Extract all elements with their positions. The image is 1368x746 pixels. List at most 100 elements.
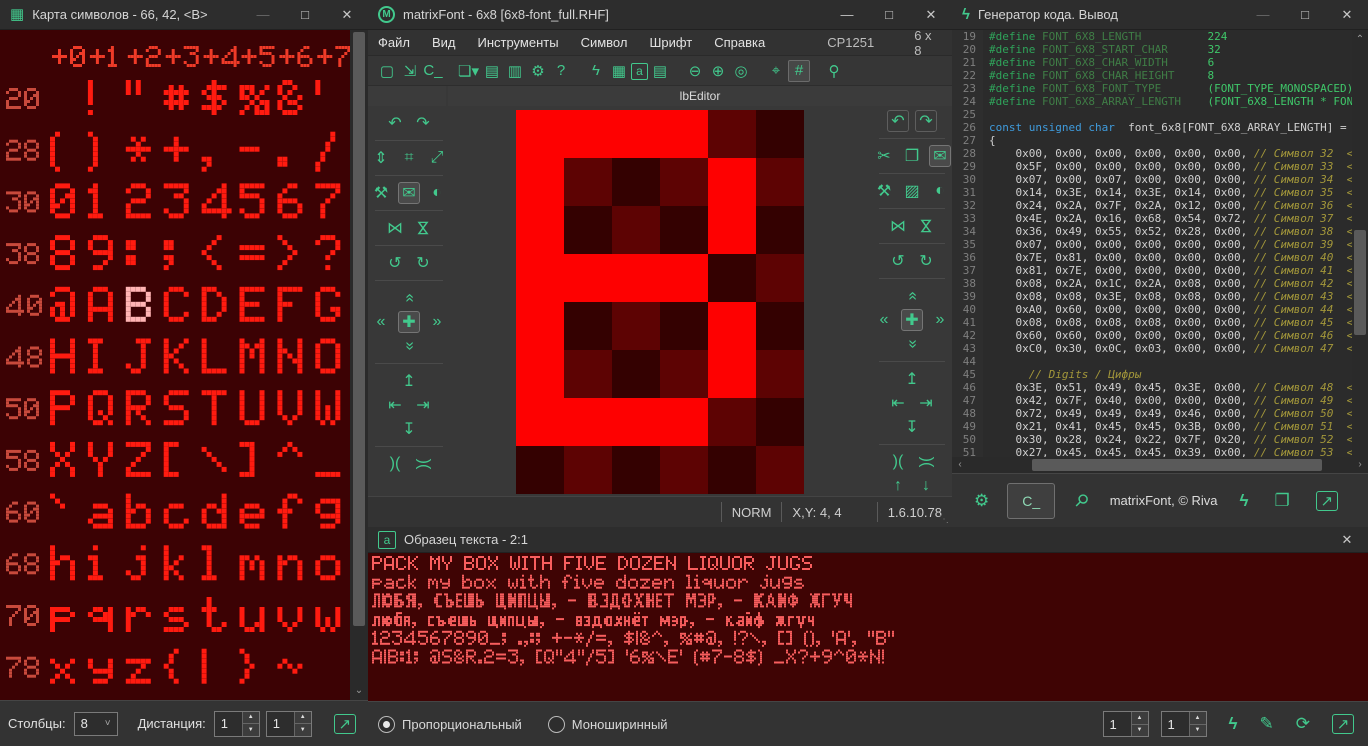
rotate-cw-icon[interactable]: ↻ [412, 252, 434, 274]
snap-left-icon[interactable]: ⇤ [887, 392, 909, 414]
zoom-fit-icon[interactable]: ◎ [730, 60, 752, 82]
step-down-icon[interactable]: ▼ [243, 724, 259, 736]
close-button[interactable]: ✕ [910, 0, 952, 29]
move-icon[interactable]: ✚ [901, 309, 923, 331]
minimize-button[interactable]: — [242, 0, 284, 29]
rotate-ccw-icon[interactable]: ↺ [384, 252, 406, 274]
shift-left-icon[interactable]: « [873, 309, 895, 331]
squeeze-horizontal-icon[interactable]: )( [384, 453, 406, 475]
toggle-sample-icon[interactable]: a [631, 63, 648, 80]
maximize-button[interactable]: □ [1284, 0, 1326, 29]
invert-icon[interactable]: ◐ [929, 180, 951, 202]
lightning-icon[interactable]: ϟ [1240, 491, 1249, 511]
rotate-ccw-icon[interactable]: ↺ [887, 250, 909, 272]
export-icon[interactable]: ↗ [1332, 714, 1354, 734]
close-button[interactable]: ✕ [1326, 0, 1368, 29]
scroll-down-icon[interactable]: ⌄ [350, 685, 368, 696]
undo-icon[interactable]: ↶ [384, 112, 406, 134]
move-icon[interactable]: ✚ [398, 311, 420, 333]
refresh-icon[interactable]: ⟳ [1296, 714, 1310, 734]
invert-icon[interactable]: ◐ [426, 182, 448, 204]
paste-icon[interactable]: ✉ [929, 145, 951, 167]
help-icon[interactable]: ? [550, 60, 572, 82]
rotate-cw-icon[interactable]: ↻ [915, 250, 937, 272]
maximize-button[interactable]: □ [868, 0, 910, 29]
menu-item-0[interactable]: Файл [378, 35, 410, 50]
stamp-icon[interactable]: ⚒ [370, 182, 392, 204]
snap-top-icon[interactable]: ↥ [901, 368, 923, 390]
export-icon[interactable]: ↗ [334, 714, 356, 734]
flip-vertical-icon[interactable]: ⋈ [915, 215, 937, 237]
shift-left-icon[interactable]: « [370, 311, 392, 333]
shift-up-icon[interactable]: « [398, 287, 420, 309]
link-icon[interactable]: ⚲ [823, 60, 845, 82]
zoom-in-icon[interactable]: ⊕ [707, 60, 729, 82]
flip-horizontal-icon[interactable]: ⋈ [887, 215, 909, 237]
window-mode-icon[interactable]: ❏▾ [457, 60, 480, 82]
code-output[interactable]: 19#define FONT_6X8_LENGTH 22420#define F… [952, 30, 1352, 457]
c-file-icon[interactable]: C_ [422, 60, 444, 82]
code-hscrollbar[interactable]: ‹ › [952, 457, 1368, 473]
stamp-icon[interactable]: ⚒ [873, 180, 895, 202]
undo-icon[interactable]: ↶ [887, 110, 909, 132]
export-icon[interactable]: ↗ [1316, 491, 1338, 511]
snap-top-icon[interactable]: ↥ [398, 370, 420, 392]
close-button[interactable]: ✕ [326, 0, 368, 29]
row-height-icon[interactable]: ⇕ [370, 147, 392, 169]
shift-down-icon[interactable]: » [398, 335, 420, 357]
step-down-icon[interactable]: ▼ [1190, 725, 1206, 737]
menu-item-3[interactable]: Символ [581, 35, 628, 50]
redo-icon[interactable]: ↷ [412, 112, 434, 134]
grid-toggle-icon[interactable]: # [788, 60, 810, 82]
paste-icon[interactable]: ✉ [398, 182, 420, 204]
scale-x-stepper[interactable]: 1 ▲▼ [1103, 711, 1149, 737]
pencil-icon[interactable]: ✎ [1260, 714, 1274, 734]
preview-icon[interactable]: ⌖ [765, 60, 787, 82]
squeeze-horizontal-icon[interactable]: )( [887, 451, 909, 473]
squeeze-vertical-icon[interactable]: )( [915, 451, 937, 473]
step-up-icon[interactable]: ▲ [1190, 712, 1206, 725]
close-button[interactable]: ✕ [1326, 527, 1368, 552]
save-as-icon[interactable]: ▥ [504, 60, 526, 82]
gear-icon[interactable]: ⚙ [974, 491, 989, 511]
toggle-output-icon[interactable]: ▤ [649, 60, 671, 82]
character-map-grid[interactable] [0, 30, 350, 700]
step-up-icon[interactable]: ▲ [1132, 712, 1148, 725]
zoom-out-icon[interactable]: ⊖ [684, 60, 706, 82]
step-down-icon[interactable]: ▼ [295, 724, 311, 736]
menu-item-2[interactable]: Инструменты [478, 35, 559, 50]
minimize-button[interactable]: — [1242, 0, 1284, 29]
generate-code-icon[interactable]: ϟ [585, 60, 607, 82]
expand-icon[interactable]: ⤢ [426, 147, 448, 169]
distance-x-stepper[interactable]: 1 ▲▼ [214, 711, 260, 737]
menu-item-1[interactable]: Вид [432, 35, 456, 50]
columns-select[interactable]: 8˅ [74, 712, 118, 736]
step-down-icon[interactable]: ▼ [1132, 725, 1148, 737]
scale-y-stepper[interactable]: 1 ▲▼ [1161, 711, 1207, 737]
flip-vertical-icon[interactable]: ⋈ [412, 217, 434, 239]
lightning-icon[interactable]: ϟ [1229, 714, 1238, 734]
copy-icon[interactable]: ❐ [901, 145, 923, 167]
open-file-icon[interactable]: ⇲ [399, 60, 421, 82]
menu-item-4[interactable]: Шрифт [649, 35, 692, 50]
shift-down-icon[interactable]: » [901, 333, 923, 355]
paperclip-icon[interactable]: ⚲ [1070, 489, 1093, 512]
radio-monospaced[interactable]: Моноширинный [548, 716, 668, 733]
cut-icon[interactable]: ✂ [873, 145, 895, 167]
c-language-button[interactable]: C_ [1007, 483, 1055, 519]
code-vscrollbar[interactable]: ⌃ [1352, 30, 1368, 457]
flip-horizontal-icon[interactable]: ⋈ [384, 217, 406, 239]
minimize-button[interactable]: — [826, 0, 868, 29]
distance-y-stepper[interactable]: 1 ▲▼ [266, 711, 312, 737]
maximize-button[interactable]: □ [284, 0, 326, 29]
menu-item-5[interactable]: Справка [714, 35, 765, 50]
glyph-editor-grid[interactable] [516, 110, 804, 494]
squeeze-vertical-icon[interactable]: )( [412, 453, 434, 475]
scroll-right-icon[interactable]: › [1354, 459, 1366, 470]
radio-proportional[interactable]: Пропорциональный [378, 716, 522, 733]
snap-bottom-icon[interactable]: ↧ [398, 418, 420, 440]
shift-right-icon[interactable]: » [426, 311, 448, 333]
snap-right-icon[interactable]: ⇥ [915, 392, 937, 414]
step-up-icon[interactable]: ▲ [243, 712, 259, 725]
shift-up-icon[interactable]: « [901, 285, 923, 307]
